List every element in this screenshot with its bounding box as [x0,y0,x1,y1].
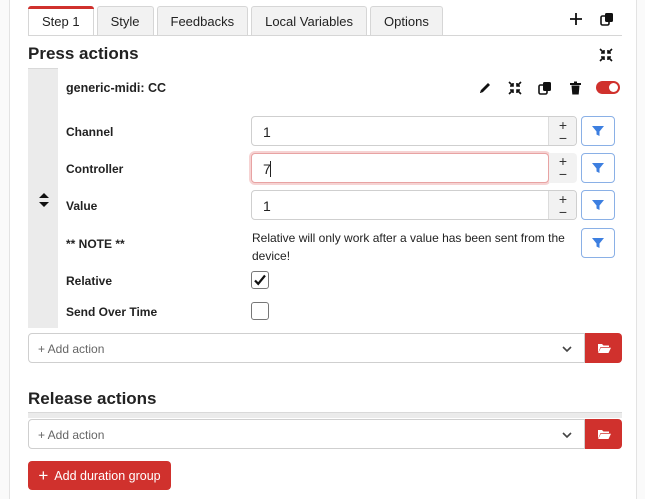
release-browse-actions-button[interactable] [585,419,622,449]
channel-filter-button[interactable] [581,116,615,146]
decrement-button[interactable]: − [549,205,577,219]
tab-divider [28,35,622,36]
trash-icon[interactable] [566,79,584,97]
relative-checkbox[interactable] [251,271,269,289]
tab-local-variables[interactable]: Local Variables [251,6,368,35]
channel-input[interactable]: 1 + − [251,116,577,146]
add-duration-group-button[interactable]: + Add duration group [28,461,171,490]
chevron-down-icon [562,432,572,439]
send-over-time-checkbox[interactable] [251,302,269,320]
channel-label: Channel [66,125,114,139]
tab-options[interactable]: Options [370,6,443,35]
drag-handle-icon[interactable] [36,192,52,208]
value-filter-button[interactable] [581,190,615,220]
text-caret [270,161,271,177]
copy-icon[interactable] [598,10,616,28]
tab-style[interactable]: Style [96,6,154,35]
controller-stepper[interactable]: + − [549,153,577,183]
value-value: 1 [263,198,271,214]
right-panel-edge [636,0,645,499]
decrement-button[interactable]: − [549,131,577,145]
relative-label: Relative [66,274,113,288]
release-add-action-select[interactable]: + Add action [28,419,585,449]
add-action-select[interactable]: + Add action [28,333,585,363]
release-actions-title: Release actions [28,389,157,408]
filter-icon [592,238,604,248]
note-text: Relative will only work after a value ha… [252,231,565,263]
channel-stepper[interactable]: + − [548,117,576,145]
controller-label: Controller [66,162,124,176]
duplicate-icon[interactable] [536,79,554,97]
add-action-label: + Add action [38,428,105,442]
note-filter-button[interactable] [581,228,615,258]
checkmark-icon [254,274,266,286]
controller-input[interactable]: 7 [251,153,549,183]
pencil-icon[interactable] [476,79,494,97]
chevron-down-icon [562,346,572,353]
value-input[interactable]: 1 + − [251,190,577,220]
collapse-icon[interactable] [597,46,615,64]
tab-step-1[interactable]: Step 1 [28,6,94,36]
plus-icon[interactable] [567,10,585,28]
plus-icon: + [38,466,49,485]
folder-open-icon [597,430,611,439]
press-actions-title: Press actions [28,44,139,63]
send-over-time-label: Send Over Time [66,305,158,319]
collapse-action-icon[interactable] [506,79,524,97]
controller-filter-button[interactable] [581,153,615,183]
controller-stepper-wrap: + − [549,153,577,183]
filter-icon [592,126,604,136]
filter-icon [592,200,604,210]
enable-toggle[interactable] [596,81,620,94]
release-actions-panel [28,412,622,418]
note-label: ** NOTE ** [66,237,125,251]
browse-actions-button[interactable] [585,333,622,363]
value-label: Value [66,199,98,213]
filter-icon [592,163,604,173]
tab-feedbacks[interactable]: Feedbacks [156,6,249,35]
add-action-label: + Add action [38,342,105,356]
tab-bar: Step 1 Style Feedbacks Local Variables O… [28,6,443,36]
action-name: generic-midi: CC [66,81,167,95]
channel-value: 1 [263,124,271,140]
decrement-button[interactable]: − [549,167,577,181]
add-duration-group-label: Add duration group [54,468,161,483]
folder-open-icon [597,344,611,353]
left-panel-edge [0,0,10,499]
value-stepper[interactable]: + − [548,191,576,219]
